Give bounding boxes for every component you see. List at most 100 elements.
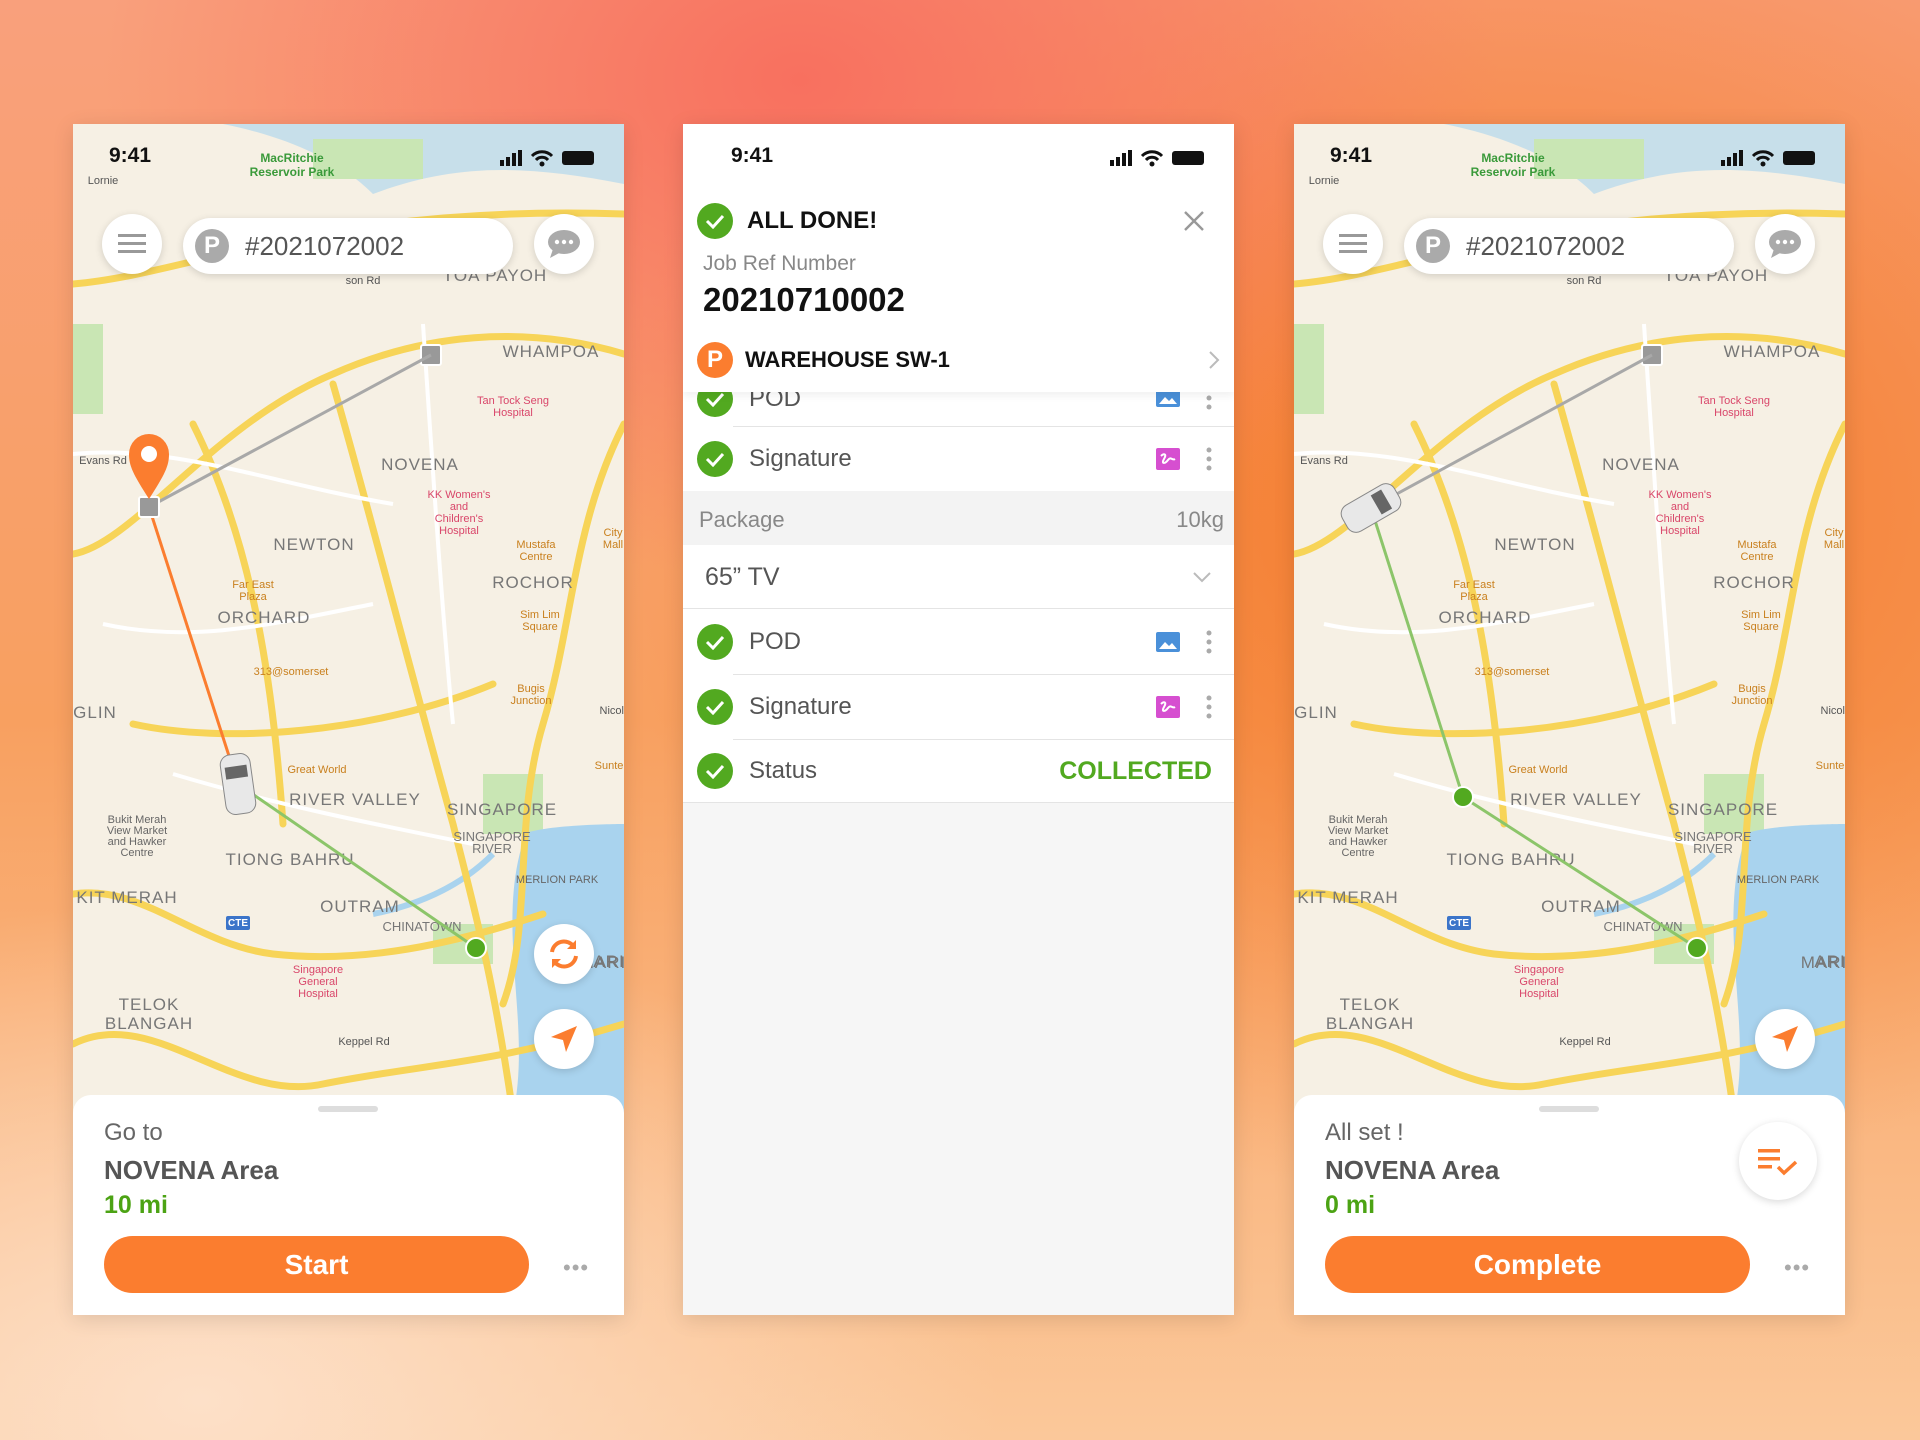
map-label: City [604,527,623,539]
map-label: Hospital [1519,988,1559,1000]
map-label: and [450,501,468,513]
refresh-button[interactable] [534,924,594,984]
image-icon[interactable] [1156,632,1180,652]
job-ref-label: Job Ref Number [703,252,856,275]
status-time: 9:41 [731,144,774,167]
check-icon [697,624,733,660]
kebab-menu-icon[interactable] [1205,694,1213,720]
map-label: Children's [1656,513,1705,525]
chat-bubble-icon [548,230,580,258]
location-name: WAREHOUSE SW-1 [745,347,950,372]
signature-icon[interactable] [1156,448,1180,470]
recenter-button[interactable] [534,1009,594,1069]
start-button[interactable]: Start [104,1236,529,1293]
map-label: GLIN [1294,703,1338,722]
map-label: Nicoll [600,705,624,717]
check-icon [697,689,733,725]
map-label: 313@somerset [254,666,329,678]
job-number: #2021072002 [1466,230,1626,261]
map-label: Tan Tock Seng [1698,395,1770,407]
completion-title: ALL DONE! [747,207,878,234]
map-label: Keppel Rd [338,1036,389,1048]
navigation-arrow-icon [1772,1026,1798,1052]
map-label: Reservoir Park [1471,165,1556,179]
map-label: Children's [435,513,484,525]
list-item-signature-top[interactable]: Signature [683,427,1234,491]
job-number-pill[interactable]: P #2021072002 [1404,218,1734,274]
map-label: WHAMPOA [1724,342,1821,361]
status-time: 9:41 [109,144,152,167]
map-label: TIONG BAHRU [1446,850,1575,869]
complete-button[interactable]: Complete [1325,1236,1750,1293]
kebab-menu-icon[interactable] [1205,629,1213,655]
sheet-drag-handle[interactable] [1539,1106,1599,1112]
phone-navigate-screen: MacRitchie Reservoir Park TOA PAYOH WHAMPOA… [73,124,624,1315]
map-label: Lornie [1309,175,1340,187]
map-label: NOVENA [381,455,459,474]
job-number-pill[interactable]: P #2021072002 [183,218,513,274]
kebab-menu-icon[interactable] [1205,446,1213,472]
map-label: Mustafa [1737,539,1777,551]
more-options-button[interactable]: ••• [1784,1255,1810,1281]
hamburger-icon [118,234,146,253]
map-label: Evans Rd [1300,455,1348,467]
map-label: Great World [1508,764,1567,776]
chat-button[interactable] [534,214,594,274]
chat-button[interactable] [1755,214,1815,274]
pickup-badge-icon: P [1416,229,1450,263]
package-item-dropdown[interactable]: 65” TV [683,545,1234,609]
task-checklist-button[interactable] [1739,1122,1817,1200]
menu-button[interactable] [1323,214,1383,274]
map-label: MARI [1801,953,1845,972]
sheet-drag-handle[interactable] [318,1106,378,1112]
map-label: Centre [1740,551,1773,563]
destination-area: NOVENA Area [104,1155,279,1185]
pickup-location-row[interactable]: P WAREHOUSE SW-1 [697,342,1220,378]
close-icon[interactable] [1183,210,1205,232]
navigation-arrow-icon [551,1026,577,1052]
map-label: CTE [1449,918,1469,929]
map-label: CHINATOWN [383,919,462,934]
map-label: Plaza [1460,591,1488,603]
map-label: Centre [519,551,552,563]
map-label: ROCHOR [492,573,574,592]
bottom-sheet: Go to NOVENA Area 10 mi Start ••• [73,1095,624,1315]
menu-button[interactable] [102,214,162,274]
map-label: Evans Rd [79,455,127,467]
more-options-button[interactable]: ••• [563,1255,589,1281]
list-item-signature[interactable]: Signature [683,675,1234,739]
map-label: NOVENA [1602,455,1680,474]
map-label: City [1825,527,1844,539]
map-label: TELOK [1340,995,1401,1014]
map-label: Great World [287,764,346,776]
map-label: Mall [1824,539,1844,551]
status-icons [1110,150,1204,167]
list-item-pod[interactable]: POD [683,610,1234,674]
check-icon [697,203,733,239]
bottom-sheet: All set ! NOVENA Area 0 mi Complete ••• [1294,1095,1845,1315]
map-label: ORCHARD [218,608,311,627]
map-label: BLANGAH [1326,1014,1414,1033]
map-label: Mall [603,539,623,551]
map-label: Sunte [595,760,624,772]
job-number: #2021072002 [245,230,405,261]
pickup-badge-icon: P [195,229,229,263]
map-label: Nicoll [1821,705,1845,717]
map-label: MacRitchie [260,151,324,165]
phone-job-detail-screen: POD Signature Package 10kg 65” TV POD Si… [683,124,1234,1315]
map-label: RIVER VALLEY [1510,790,1642,809]
job-header: 9:41 ALL DONE! Job Ref Number 2021071000… [683,124,1234,392]
status-icons [1721,150,1815,167]
chevron-right-icon [1209,351,1220,369]
map-label: SINGAPORE [447,800,557,819]
map-label: Junction [511,695,552,707]
signature-icon[interactable] [1156,696,1180,718]
map-label: Bugis [1738,683,1766,695]
map-label: Hospital [493,407,533,419]
map-label: Sim Lim [1741,609,1781,621]
map-label: KK Women's [427,489,491,501]
map-label: 313@somerset [1475,666,1550,678]
recenter-button[interactable] [1755,1009,1815,1069]
sheet-title: Go to [104,1119,163,1146]
distance: 10 mi [104,1191,168,1219]
